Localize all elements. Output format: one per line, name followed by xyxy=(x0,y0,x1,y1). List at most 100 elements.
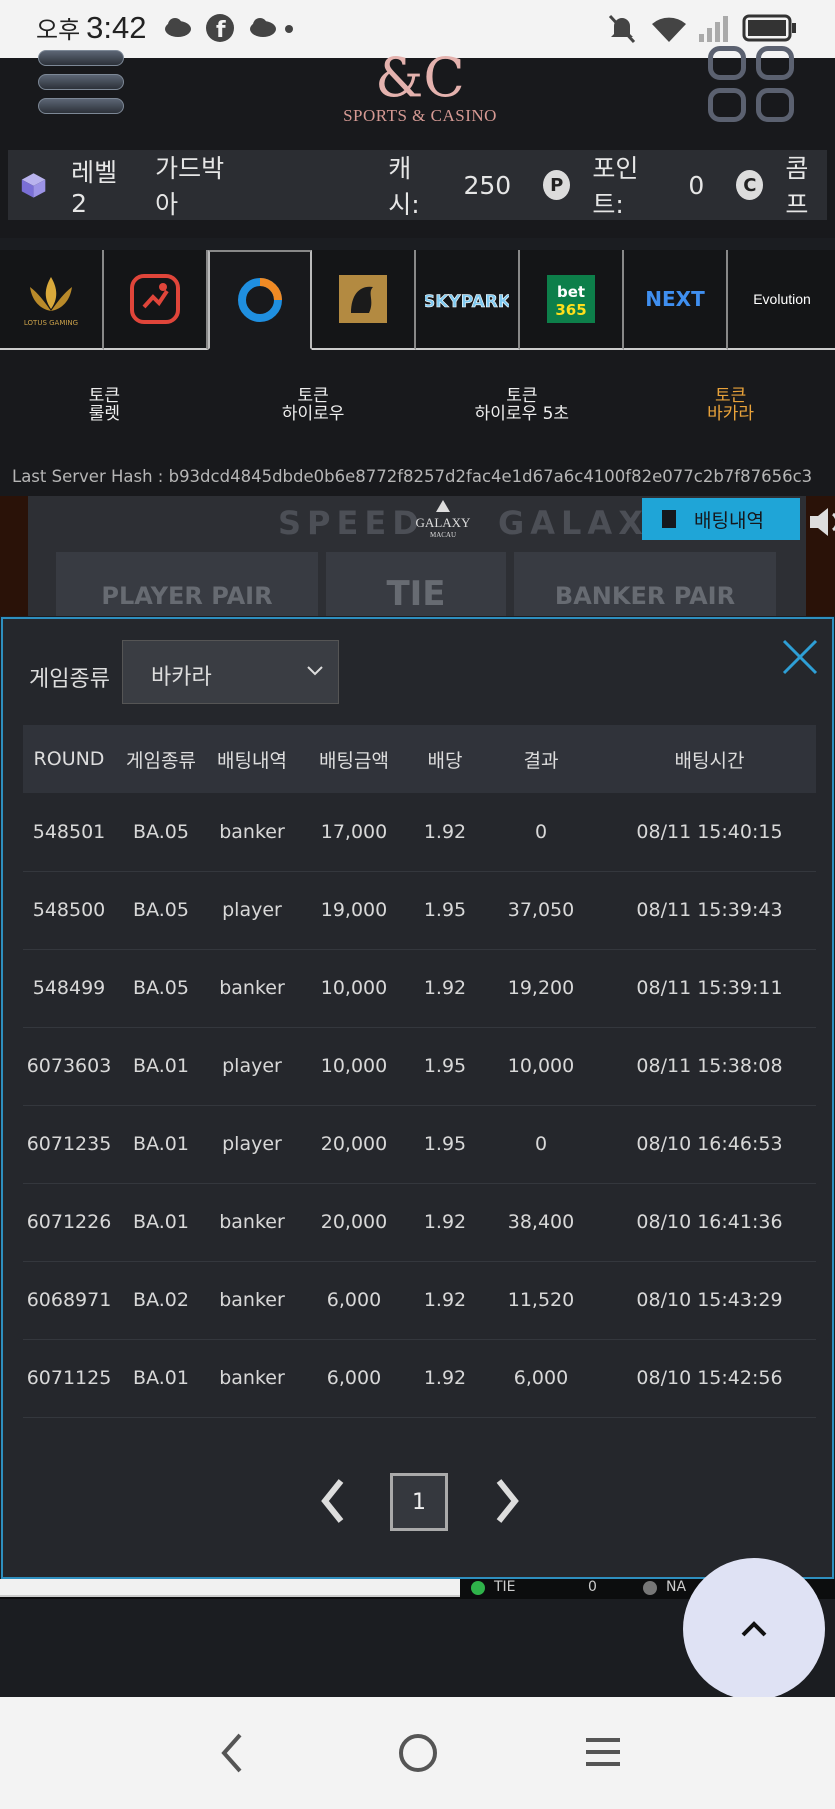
cash-coin-icon: P xyxy=(543,170,571,200)
next-logo-icon: NEXT xyxy=(645,287,705,311)
odds-cell: 1.95 xyxy=(423,1055,467,1077)
provider-sports[interactable] xyxy=(104,250,208,350)
bet-detail-cell: player xyxy=(222,1133,282,1155)
result-cell: 38,400 xyxy=(507,1211,575,1233)
table-row: 6073603 BA.01 player 10,000 1.95 10,000 08/11 … xyxy=(23,1027,816,1105)
provider-ring[interactable] xyxy=(208,250,312,350)
betting-history-modal: 게임종류 바카라 ROUND 게임종류 배팅내역 배팅금액 배당 결과 배팅시간… xyxy=(1,617,834,1579)
provider-lion[interactable] xyxy=(312,250,416,350)
cash-value: 250 xyxy=(463,170,512,200)
bet-detail-cell: player xyxy=(222,899,282,921)
col-round: ROUND xyxy=(33,748,105,770)
lotus-logo-icon: LOTUS GAMING xyxy=(24,277,78,327)
banker-pair-zone[interactable]: BANKER PAIR xyxy=(514,552,776,616)
bet-time-cell: 08/10 16:41:36 xyxy=(636,1211,783,1233)
provider-evolution[interactable]: Evolution xyxy=(728,250,835,350)
back-icon[interactable] xyxy=(216,1731,246,1775)
galaxy-crown-icon xyxy=(436,500,450,512)
odds-cell: 1.92 xyxy=(423,1211,467,1233)
next-page-icon[interactable] xyxy=(493,1477,523,1525)
provider-bet365[interactable]: bet 365 xyxy=(520,250,624,350)
recents-icon[interactable] xyxy=(584,1735,622,1769)
result-cell: 10,000 xyxy=(507,1055,575,1077)
skypark-logo-icon: SKYPARK xyxy=(425,292,509,313)
game-type-cell: BA.01 xyxy=(133,1367,189,1389)
svg-text:LOTUS GAMING: LOTUS GAMING xyxy=(24,319,78,327)
user-level: 레벨2 xyxy=(71,157,118,218)
bet-time-cell: 08/11 15:38:08 xyxy=(636,1055,783,1077)
comp-label[interactable]: 콤프 xyxy=(785,149,827,221)
player-pair-zone[interactable]: PLAYER PAIR xyxy=(56,552,318,616)
bet-detail-cell: banker xyxy=(219,1211,285,1233)
tie-zone[interactable]: TIE xyxy=(326,552,506,616)
provider-lotus-gaming[interactable]: LOTUS GAMING xyxy=(0,250,104,350)
col-bet-detail: 배팅내역 xyxy=(217,749,287,772)
scroll-top-button[interactable] xyxy=(683,1558,825,1700)
game-type-cell: BA.05 xyxy=(133,899,189,921)
bet365-logo-icon: bet365 xyxy=(547,275,595,323)
server-hash: Last Server Hash : b93dcd4845dbde0b6e877… xyxy=(0,460,835,496)
col-bet-amount: 배팅금액 xyxy=(319,749,389,772)
tab-token-hilo[interactable]: 토큰 하이로우 xyxy=(209,350,418,460)
user-info-bar: 레벨2 가드박아 캐시: 250 P 포인트: 0 C 콤프 xyxy=(8,150,827,220)
bet-detail-cell: banker xyxy=(219,977,285,999)
chevron-down-icon xyxy=(307,666,323,676)
strip-white-area xyxy=(0,1579,460,1597)
menu-bar xyxy=(38,74,124,90)
points-label: 포인트: xyxy=(592,154,639,219)
home-icon[interactable] xyxy=(396,1731,440,1775)
game-type-cell: BA.01 xyxy=(133,1211,189,1233)
table-row: 548499 BA.05 banker 10,000 1.92 19,200 08/11 1… xyxy=(23,949,816,1027)
bet-amount-cell: 10,000 xyxy=(320,1055,388,1077)
prev-page-icon[interactable] xyxy=(317,1477,347,1525)
bet-time-cell: 08/10 15:42:56 xyxy=(636,1367,783,1389)
game-type-cell: BA.01 xyxy=(133,1055,189,1077)
site-header: &C SPORTS & CASINO 레벨2 가드박아 캐시: 250 P 포인… xyxy=(0,46,835,238)
signal-icon xyxy=(699,16,728,42)
provider-next[interactable]: NEXT xyxy=(624,250,728,350)
round-cell: 6071226 xyxy=(26,1211,112,1233)
bet-amount-cell: 6,000 xyxy=(326,1367,382,1389)
wifi-icon xyxy=(652,17,686,42)
bet-amount-cell: 10,000 xyxy=(320,977,388,999)
tab-token-hilo-5s[interactable]: 토큰 하이로우 5초 xyxy=(418,350,627,460)
sports-icon xyxy=(130,274,180,324)
odds-cell: 1.95 xyxy=(423,1133,467,1155)
svg-text:bet: bet xyxy=(557,283,585,301)
bet-time-cell: 08/10 15:43:29 xyxy=(636,1289,783,1311)
svg-text:365: 365 xyxy=(555,301,586,319)
table-header-row: ROUND 게임종류 배팅내역 배팅금액 배당 결과 배팅시간 xyxy=(23,725,816,793)
bet-amount-cell: 17,000 xyxy=(320,820,388,843)
grid-menu-icon[interactable] xyxy=(706,46,798,128)
lion-icon xyxy=(339,275,387,323)
round-cell: 6071125 xyxy=(26,1367,112,1389)
bet-detail-cell: banker xyxy=(219,1289,285,1311)
bet-amount-cell: 20,000 xyxy=(320,1133,388,1155)
svg-text:SKYPARK: SKYPARK xyxy=(425,292,509,312)
bet-amount-cell: 19,000 xyxy=(320,899,388,921)
bet-time-cell: 08/11 15:40:15 xyxy=(636,820,783,843)
username: 가드박아 xyxy=(155,154,225,219)
game-type-select[interactable]: 바카라 xyxy=(122,640,339,704)
game-type-cell: BA.05 xyxy=(133,977,189,999)
round-cell: 548500 xyxy=(32,899,106,921)
odds-cell: 1.92 xyxy=(423,820,467,843)
speaker-icon[interactable] xyxy=(806,504,835,540)
tab-token-roulette[interactable]: 토큰 룰렛 xyxy=(0,350,209,460)
betting-history-button[interactable]: 배팅내역 xyxy=(642,498,800,540)
round-cell: 548501 xyxy=(32,820,106,843)
result-cell: 0 xyxy=(534,1133,548,1155)
close-icon[interactable] xyxy=(780,637,820,677)
current-page-button[interactable]: 1 xyxy=(390,1473,448,1531)
bet-amount-cell: 6,000 xyxy=(326,1289,382,1311)
col-odds: 배당 xyxy=(427,749,463,772)
site-logo[interactable]: &C SPORTS & CASINO xyxy=(330,50,510,138)
table-row: 6068971 BA.02 banker 6,000 1.92 11,520 08/10 1… xyxy=(23,1261,816,1339)
table-row: 6071125 BA.01 banker 6,000 1.92 6,000 08/10 15… xyxy=(23,1339,816,1417)
result-cell: 0 xyxy=(534,820,548,843)
tab-token-baccarat[interactable]: 토큰 바카라 xyxy=(626,350,835,460)
result-cell: 11,520 xyxy=(507,1289,575,1311)
menu-button[interactable] xyxy=(38,50,128,124)
level-cube-icon xyxy=(21,173,46,198)
provider-skypark[interactable]: SKYPARK xyxy=(416,250,520,350)
